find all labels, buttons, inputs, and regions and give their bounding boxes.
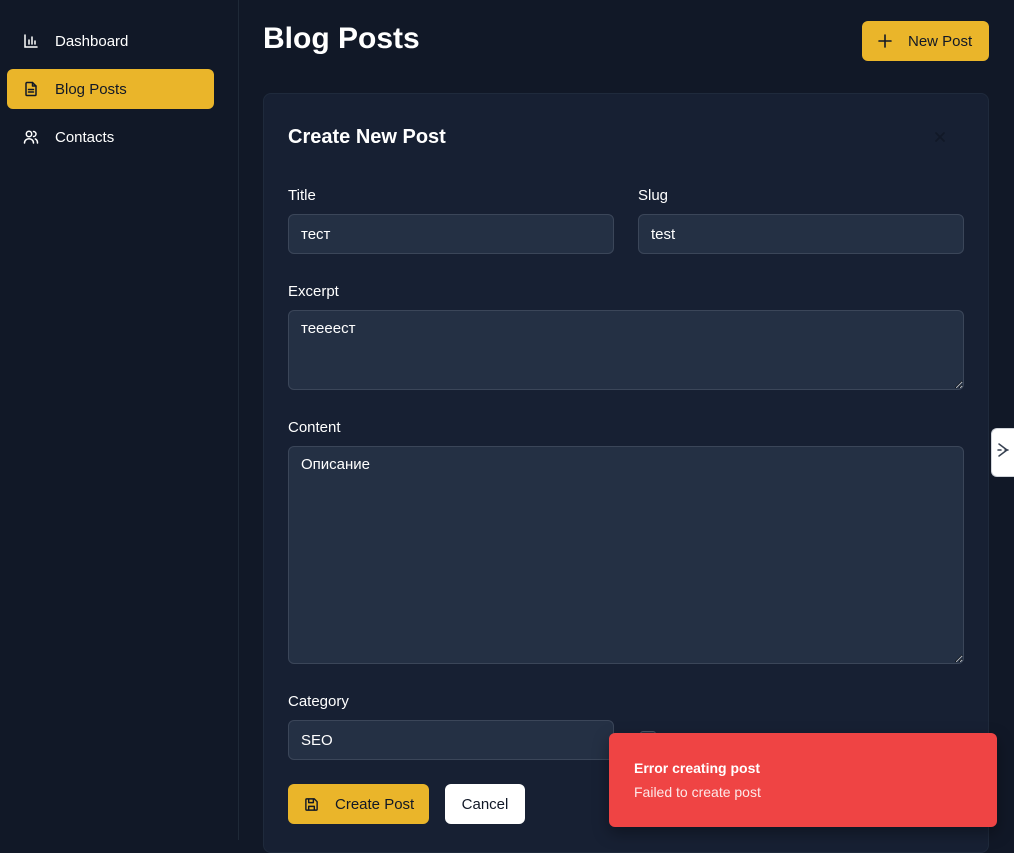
- category-input[interactable]: [288, 720, 614, 760]
- new-post-label: New Post: [908, 32, 973, 50]
- content-label: Content: [288, 419, 341, 436]
- category-label: Category: [288, 693, 349, 710]
- slug-input[interactable]: [638, 214, 964, 254]
- excerpt-textarea[interactable]: тееeест: [288, 310, 964, 390]
- title-input[interactable]: [288, 214, 614, 254]
- sidebar-item-dashboard[interactable]: Dashboard: [7, 21, 214, 61]
- new-post-button[interactable]: New Post: [862, 21, 989, 61]
- sidebar-item-contacts[interactable]: Contacts: [7, 117, 214, 157]
- sidebar-item-label: Blog Posts: [55, 80, 127, 98]
- side-panel-toggle[interactable]: [991, 428, 1014, 477]
- toast-description: Failed to create post: [634, 784, 761, 800]
- split-arrows-icon: [996, 441, 1010, 464]
- title-label: Title: [288, 187, 316, 204]
- excerpt-label: Excerpt: [288, 283, 339, 300]
- bar-chart-icon: [22, 32, 40, 50]
- file-text-icon: [22, 80, 40, 98]
- sidebar-item-label: Dashboard: [55, 32, 129, 50]
- create-post-label: Create Post: [335, 795, 415, 813]
- users-icon: [22, 128, 40, 146]
- page-title: Blog Posts: [263, 22, 420, 55]
- sidebar-item-blog-posts[interactable]: Blog Posts: [7, 69, 214, 109]
- form-title: Create New Post: [288, 126, 446, 148]
- close-button[interactable]: [930, 128, 950, 148]
- close-icon: [935, 129, 945, 147]
- toast-title: Error creating post: [634, 760, 761, 776]
- content-textarea[interactable]: Описание: [288, 446, 964, 664]
- slug-label: Slug: [638, 187, 669, 204]
- save-icon: [304, 797, 319, 812]
- cancel-button[interactable]: Cancel: [445, 784, 525, 824]
- create-post-button[interactable]: Create Post: [288, 784, 429, 824]
- error-toast[interactable]: Error creating post Failed to create pos…: [609, 733, 997, 827]
- sidebar: Dashboard Blog Posts Contacts: [0, 0, 239, 840]
- main-content: Blog Posts New Post Create New Post Titl…: [240, 0, 1014, 853]
- sidebar-item-label: Contacts: [55, 128, 115, 146]
- plus-icon: [878, 34, 892, 48]
